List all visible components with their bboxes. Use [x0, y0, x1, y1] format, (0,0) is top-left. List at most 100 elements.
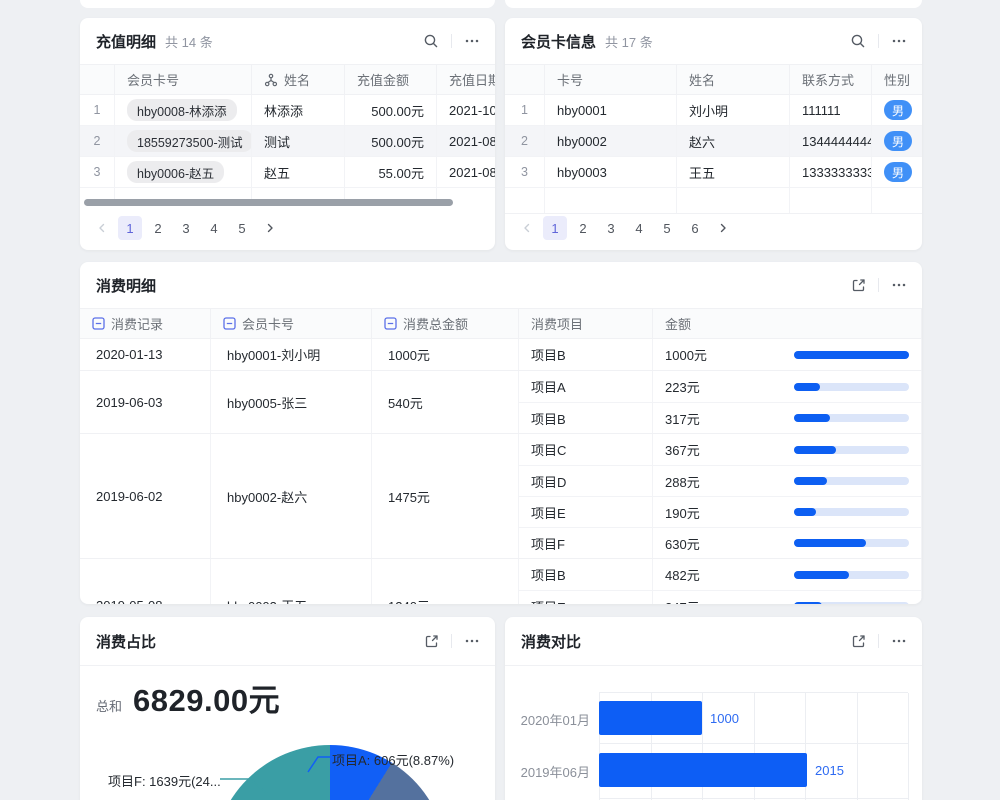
consumption-item-row[interactable]: 项目B482元 [519, 559, 922, 590]
table-row[interactable]: 2hby0002赵六13444444444男 [505, 126, 922, 157]
amount-cell: 288元 [653, 466, 922, 496]
search-icon[interactable] [420, 30, 442, 52]
consumption-item-row[interactable]: 项目B1000元 [519, 339, 922, 370]
table-row[interactable]: 1hby0008-林添添林添添500.00元2021-10 [80, 95, 495, 126]
pagination-next-icon[interactable] [258, 216, 282, 240]
recharge-amount-cell: 55.00元 [345, 157, 437, 187]
consumption-group-row[interactable]: 2019-05-08hby0003-王五1240元项目B482元项目E247元 [80, 559, 922, 604]
consumption-items: 项目C367元项目D288元项目E190元项目F630元 [519, 434, 922, 558]
consumption-group-row[interactable]: 2019-06-03hby0005-张三540元项目A223元项目B317元 [80, 371, 922, 434]
search-icon[interactable] [847, 30, 869, 52]
column-header-label: 姓名 [284, 70, 310, 89]
column-header-label: 消费记录 [111, 314, 163, 333]
project-cell: 项目E [519, 591, 653, 604]
pagination-page-1[interactable]: 1 [543, 216, 567, 240]
column-header-充值日期[interactable]: 充值日期 [437, 65, 495, 94]
consumption-item-row[interactable]: 项目C367元 [519, 434, 922, 465]
project-cell: 项目E [519, 497, 653, 527]
consumption-group-row[interactable]: 2019-06-02hby0002-赵六1475元项目C367元项目D288元项… [80, 434, 922, 559]
collapse-group-icon[interactable] [223, 317, 236, 330]
member-pagination: 123456 [515, 216, 735, 240]
pagination-page-1[interactable]: 1 [118, 216, 142, 240]
amount-cell: 1000元 [653, 339, 922, 370]
pagination-page-2[interactable]: 2 [146, 216, 170, 240]
pagination-page-5[interactable]: 5 [230, 216, 254, 240]
column-header-充值金额[interactable]: 充值金额 [345, 65, 437, 94]
horizontal-scrollbar-thumb[interactable] [84, 199, 453, 206]
more-menu-icon[interactable] [888, 274, 910, 296]
empty-row [80, 188, 495, 199]
consumption-items: 项目B1000元 [519, 339, 922, 370]
consume-date-cell: 2019-06-02 [80, 434, 211, 558]
pagination-next-icon[interactable] [711, 216, 735, 240]
recharge-detail-card: 充值明细 共 14 条 会员卡号姓名充值金额充值日期1hby0008-林添添林添… [80, 18, 495, 250]
amount-bar-fill [794, 508, 816, 516]
table-header-row: 会员卡号 姓名 充值金额充值日期 [80, 64, 495, 95]
consumption-item-row[interactable]: 项目A223元 [519, 371, 922, 402]
pagination-page-3[interactable]: 3 [174, 216, 198, 240]
column-header-卡号[interactable]: 卡号 [545, 65, 677, 94]
column-header-性别[interactable]: 性别 [872, 65, 922, 94]
open-fullscreen-icon[interactable] [420, 630, 442, 652]
consumption-card-title: 消费明细 [96, 275, 156, 296]
pie-total-label: 总和 [96, 696, 122, 715]
pagination-page-4[interactable]: 4 [202, 216, 226, 240]
amount-bar-fill [794, 602, 822, 604]
table-row[interactable]: 218559273500-测试测试500.00元2021-08 [80, 126, 495, 157]
column-header-姓名[interactable]: 姓名 [677, 65, 790, 94]
pagination-prev-icon[interactable] [515, 216, 539, 240]
consumption-item-row[interactable]: 项目B317元 [519, 402, 922, 433]
member-card-tag: 18559273500-测试 [115, 126, 252, 156]
column-header-会员卡号[interactable]: 会员卡号 [115, 65, 252, 94]
column-header-会员卡号[interactable]: 会员卡号 [211, 309, 372, 338]
amount-value: 630元 [665, 534, 700, 553]
contact-cell: 111111 [790, 95, 872, 125]
column-header-消费记录[interactable]: 消费记录 [80, 309, 211, 338]
recharge-pagination: 12345 [90, 216, 282, 240]
pagination-page-6[interactable]: 6 [683, 216, 707, 240]
consume-total-cell: 1000元 [372, 339, 519, 370]
column-header-消费项目[interactable]: 消费项目 [519, 309, 653, 338]
row-index: 1 [505, 95, 545, 125]
pie-label-f: 项目F: 1639元(24... [108, 771, 221, 790]
consumption-item-row[interactable]: 项目E190元 [519, 496, 922, 527]
bar-2019年06月[interactable] [599, 753, 807, 787]
amount-cell: 367元 [653, 434, 922, 465]
open-fullscreen-icon[interactable] [847, 274, 869, 296]
pagination-page-5[interactable]: 5 [655, 216, 679, 240]
project-cell: 项目C [519, 434, 653, 465]
consumption-items: 项目A223元项目B317元 [519, 371, 922, 433]
bar-card-title: 消费对比 [521, 631, 581, 652]
pagination-page-2[interactable]: 2 [571, 216, 595, 240]
pagination-page-3[interactable]: 3 [599, 216, 623, 240]
bar-card-header: 消费对比 [505, 617, 922, 666]
more-menu-icon[interactable] [888, 630, 910, 652]
column-header-金额[interactable]: 金额 [653, 309, 922, 338]
pagination-page-4[interactable]: 4 [627, 216, 651, 240]
consumption-item-row[interactable]: 项目D288元 [519, 465, 922, 496]
consumption-group-row[interactable]: 2020-01-13hby0001-刘小明1000元项目B1000元 [80, 339, 922, 371]
consumption-detail-card: 消费明细 消费记录 会员卡号消费总金额消费项目金额2020-01-13hby000… [80, 262, 922, 604]
consumption-items: 项目B482元项目E247元 [519, 559, 922, 604]
bar-2020年01月[interactable] [599, 701, 702, 735]
table-row[interactable]: 3hby0003王五13333333333男 [505, 157, 922, 188]
column-header-姓名[interactable]: 姓名 [252, 65, 345, 94]
collapse-group-icon[interactable] [92, 317, 105, 330]
collapse-group-icon[interactable] [384, 317, 397, 330]
amount-cell: 482元 [653, 559, 922, 590]
more-menu-icon[interactable] [461, 630, 483, 652]
member-card-title: 会员卡信息 [521, 31, 596, 52]
consumption-item-row[interactable]: 项目E247元 [519, 590, 922, 604]
consumption-item-row[interactable]: 项目F630元 [519, 527, 922, 558]
recharge-date-cell: 2021-10 [437, 95, 495, 125]
column-header-联系方式[interactable]: 联系方式 [790, 65, 872, 94]
more-menu-icon[interactable] [461, 30, 483, 52]
consumption-card-actions [847, 262, 910, 308]
open-fullscreen-icon[interactable] [847, 630, 869, 652]
pagination-prev-icon[interactable] [90, 216, 114, 240]
column-header-消费总金额[interactable]: 消费总金额 [372, 309, 519, 338]
table-row[interactable]: 1hby0001刘小明111111男 [505, 95, 922, 126]
table-row[interactable]: 3hby0006-赵五赵五55.00元2021-08 [80, 157, 495, 188]
gender-badge: 男 [872, 157, 922, 187]
more-menu-icon[interactable] [888, 30, 910, 52]
